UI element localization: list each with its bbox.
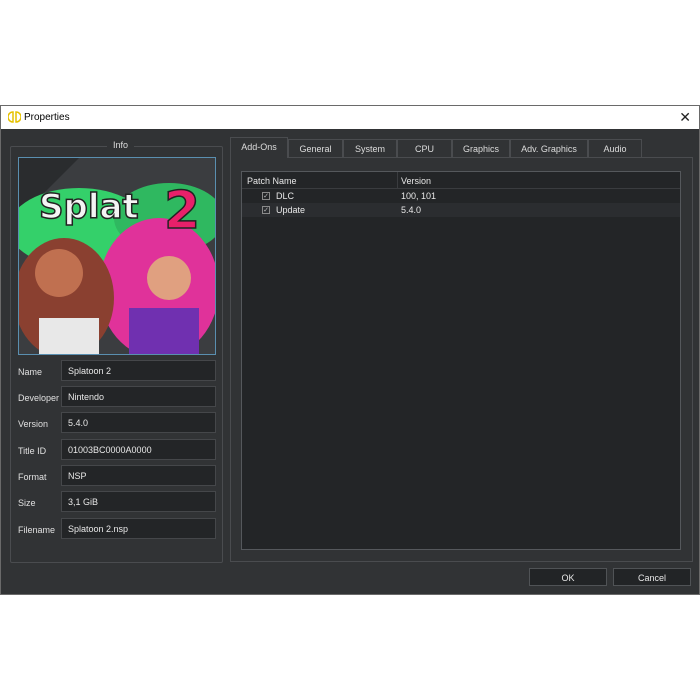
patch-version: 100, 101 xyxy=(401,191,437,201)
game-cover-image: Splat 2 xyxy=(18,157,216,355)
window-title: Properties xyxy=(24,112,70,123)
column-divider xyxy=(397,172,398,189)
column-patch-name[interactable]: Patch Name xyxy=(247,176,297,186)
table-row[interactable]: ✓ Update 5.4.0 xyxy=(242,203,680,217)
ok-button[interactable]: OK xyxy=(529,568,607,586)
column-version[interactable]: Version xyxy=(401,176,431,186)
checkbox-icon[interactable]: ✓ xyxy=(262,206,270,214)
developer-label: Developer xyxy=(18,393,60,403)
patch-name: Update xyxy=(276,205,306,215)
cancel-button[interactable]: Cancel xyxy=(613,568,691,586)
tab-cpu[interactable]: CPU xyxy=(397,139,452,157)
checkbox-icon[interactable]: ✓ xyxy=(262,192,270,200)
name-label: Name xyxy=(18,367,43,377)
developer-field[interactable]: Nintendo xyxy=(61,386,216,407)
version-label: Version xyxy=(18,419,49,429)
close-icon[interactable]: ✕ xyxy=(679,109,691,126)
addons-table: Patch Name Version ✓ DLC 100, 101 ✓ Upda… xyxy=(241,171,681,550)
tab-adv-graphics[interactable]: Adv. Graphics xyxy=(510,139,588,157)
size-label: Size xyxy=(18,498,36,508)
tab-graphics[interactable]: Graphics xyxy=(452,139,510,157)
version-field[interactable]: 5.4.0 xyxy=(61,412,216,433)
tab-audio[interactable]: Audio xyxy=(588,139,642,157)
format-label: Format xyxy=(18,472,47,482)
size-field[interactable]: 3,1 GiB xyxy=(61,491,216,512)
table-row[interactable]: ✓ DLC 100, 101 xyxy=(242,189,680,203)
tab-general[interactable]: General xyxy=(288,139,343,157)
svg-text:2: 2 xyxy=(164,181,200,241)
svg-text:Splat: Splat xyxy=(39,187,139,227)
patch-version: 5.4.0 xyxy=(401,205,422,215)
tab-add-ons[interactable]: Add-Ons xyxy=(230,137,288,158)
format-field[interactable]: NSP xyxy=(61,465,216,486)
app-logo-icon xyxy=(8,111,21,123)
table-header: Patch Name Version xyxy=(242,172,680,189)
info-group-title: Info xyxy=(107,140,135,150)
properties-dialog: Properties ✕ Info Splat 2 Name Splatoon … xyxy=(0,105,700,595)
title-id-label: Title ID xyxy=(18,446,47,456)
name-field[interactable]: Splatoon 2 xyxy=(61,360,216,381)
filename-field[interactable]: Splatoon 2.nsp xyxy=(61,518,216,539)
patch-name: DLC xyxy=(276,191,295,201)
title-bar: Properties ✕ xyxy=(1,106,699,129)
tab-system[interactable]: System xyxy=(343,139,397,157)
title-id-field[interactable]: 01003BC0000A0000 xyxy=(61,439,216,460)
filename-label: Filename xyxy=(18,525,56,535)
